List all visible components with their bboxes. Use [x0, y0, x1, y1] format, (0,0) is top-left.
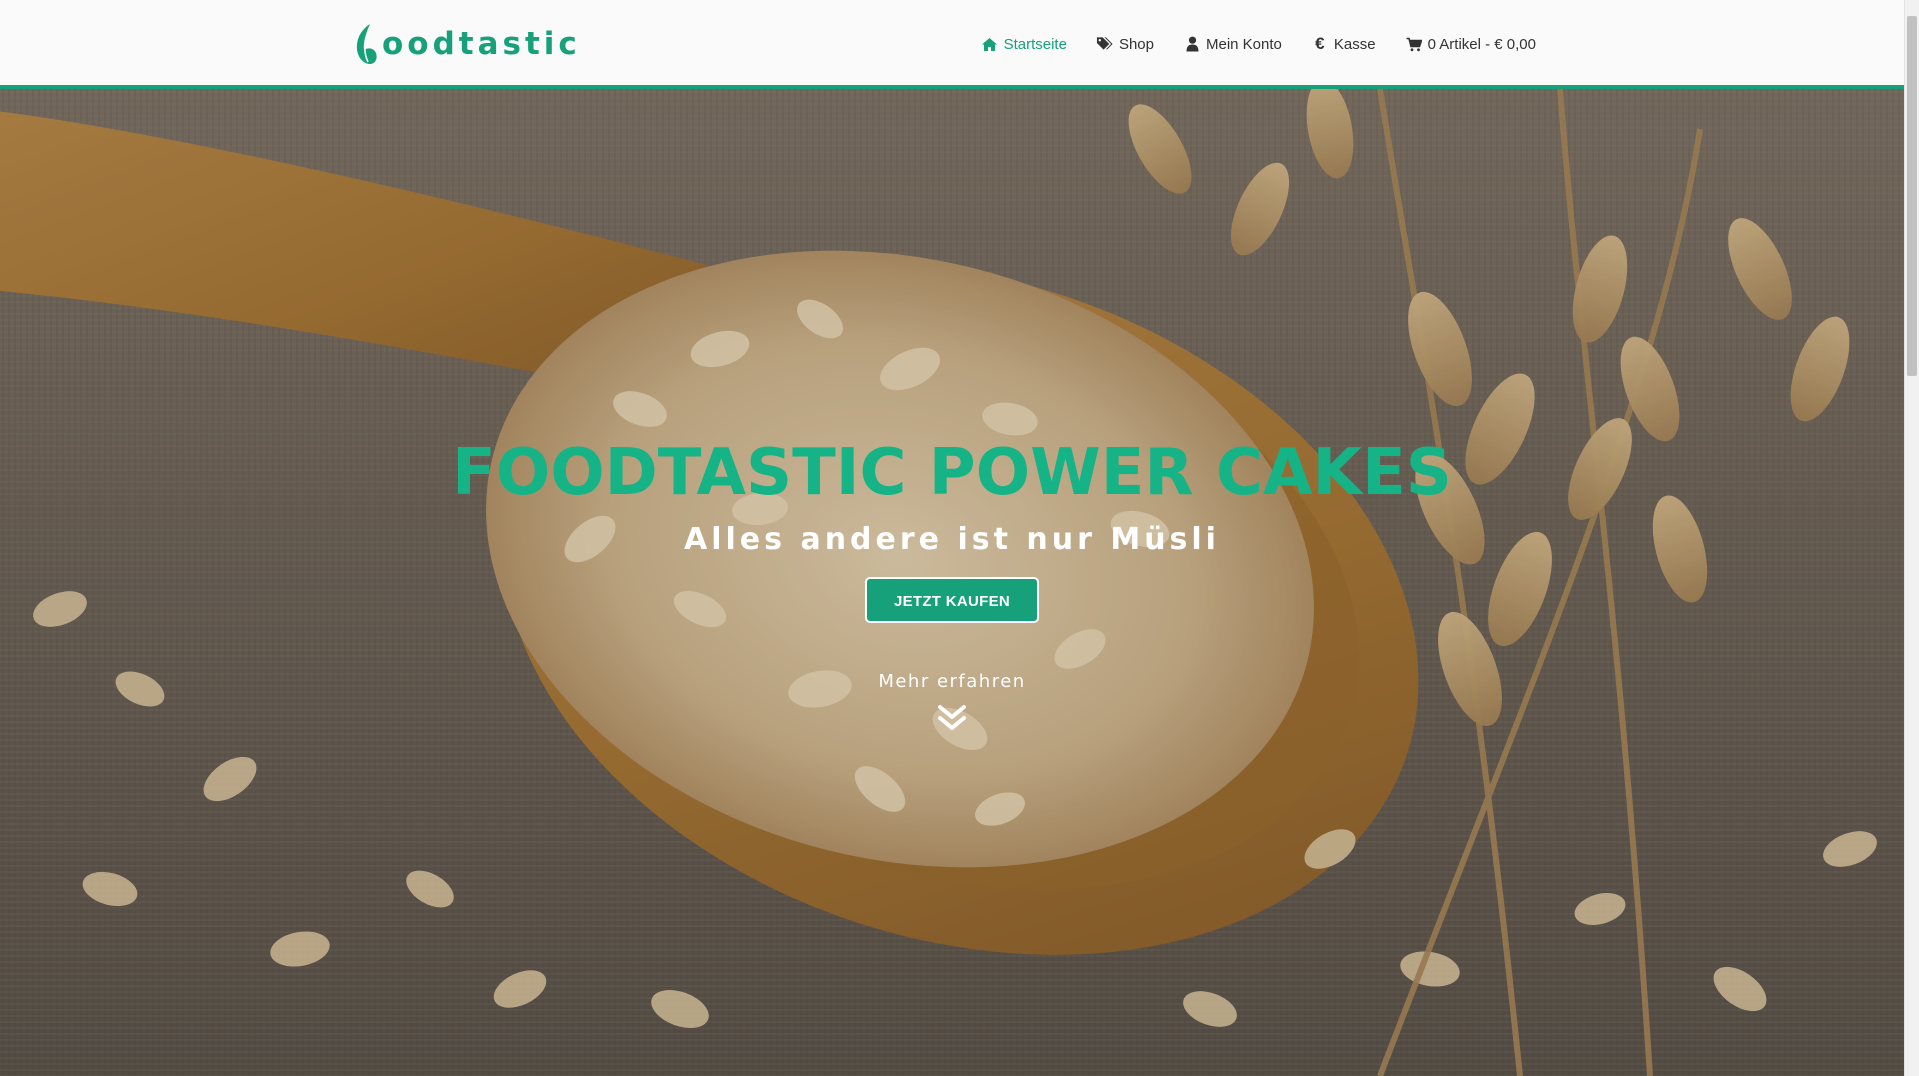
double-chevron-down-icon[interactable] [936, 702, 968, 734]
logo-text: oodtastic [382, 26, 581, 62]
user-icon [1183, 36, 1201, 52]
page: oodtastic Startseite Shop Mein Konto € K… [0, 0, 1904, 1076]
nav-label: Shop [1118, 35, 1154, 53]
hero-title: FOODTASTIC POWER CAKES [452, 436, 1452, 510]
hero-section: FOODTASTIC POWER CAKES Alles andere ist … [0, 89, 1904, 1076]
hero-content: FOODTASTIC POWER CAKES Alles andere ist … [0, 434, 1904, 734]
vertical-scrollbar[interactable] [1904, 0, 1919, 1076]
leaf-logo-icon [356, 24, 377, 64]
tags-icon [1096, 36, 1114, 52]
scrollbar-thumb[interactable] [1907, 16, 1917, 376]
site-logo[interactable]: oodtastic [354, 22, 581, 66]
euro-icon: € [1315, 34, 1325, 53]
nav-label: Mein Konto [1206, 35, 1282, 53]
nav-startseite[interactable]: Startseite [981, 36, 1067, 53]
nav-cart[interactable]: 0 Artikel - € 0,00 [1405, 36, 1536, 53]
browser-viewport: oodtastic Startseite Shop Mein Konto € K… [0, 0, 1919, 1076]
home-icon [981, 36, 999, 52]
nav-label: Kasse [1333, 35, 1376, 53]
nav-mein-konto[interactable]: Mein Konto [1183, 36, 1282, 53]
cart-icon [1405, 36, 1423, 52]
main-navigation: Startseite Shop Mein Konto € Kasse 0 Art… [981, 30, 1536, 58]
nav-label: Startseite [1003, 35, 1067, 53]
site-header: oodtastic Startseite Shop Mein Konto € K… [0, 0, 1904, 89]
learn-more-link[interactable]: Mehr erfahren [852, 671, 1052, 692]
nav-kasse[interactable]: € Kasse [1311, 34, 1376, 53]
hero-subtitle: Alles andere ist nur Müsli [684, 522, 1220, 557]
buy-now-button[interactable]: JETZT KAUFEN [865, 577, 1039, 623]
nav-shop[interactable]: Shop [1096, 36, 1154, 53]
nav-label: 0 Artikel - € 0,00 [1427, 35, 1536, 53]
